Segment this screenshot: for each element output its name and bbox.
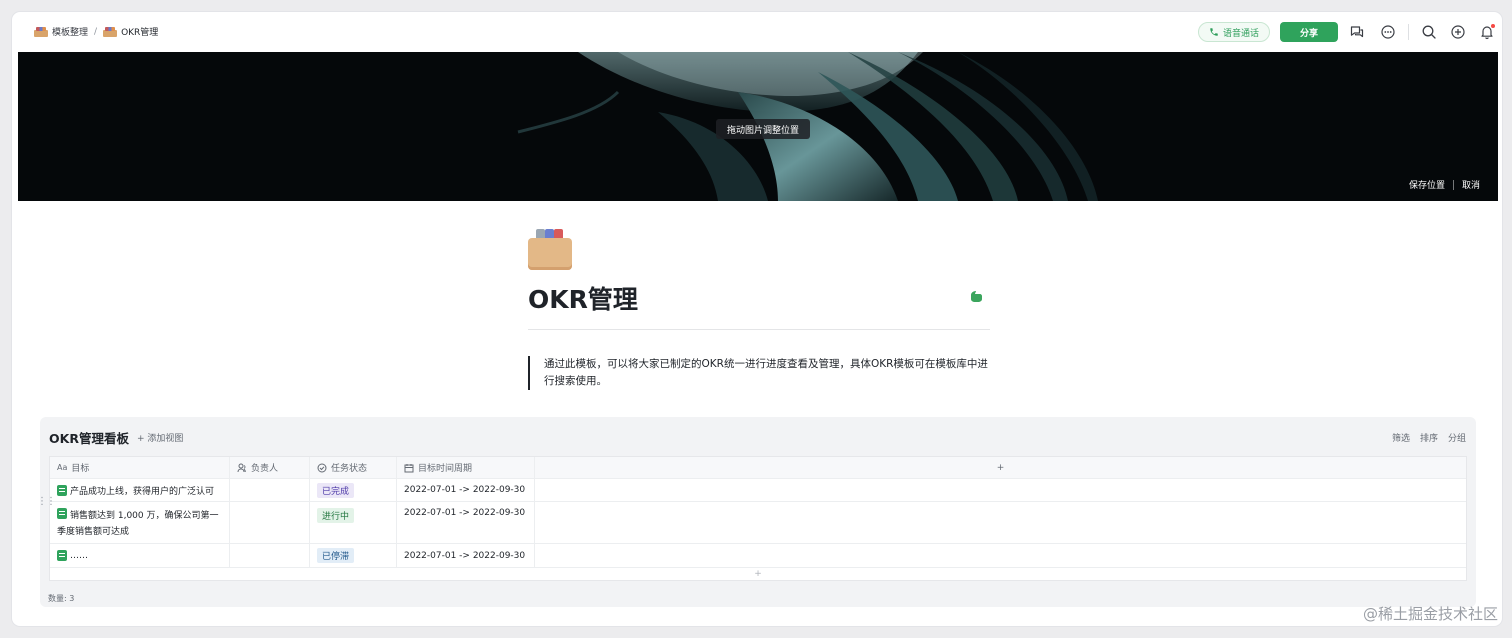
- status-tag: 已停滞: [317, 548, 355, 563]
- add-column-button[interactable]: +: [535, 457, 1466, 478]
- table-row[interactable]: …… 已停滞 2022-07-01 -> 2022-09-30: [50, 544, 1466, 568]
- title-divider: [528, 329, 990, 330]
- phone-icon: [1210, 28, 1218, 36]
- doc-icon: [57, 550, 67, 561]
- goal-cell[interactable]: 销售额达到 1,000 万，确保公司第一季度销售额可达成: [50, 502, 230, 543]
- owner-cell[interactable]: [230, 502, 310, 543]
- group-button[interactable]: 分组: [1448, 431, 1466, 444]
- sort-button[interactable]: 排序: [1420, 431, 1438, 444]
- doc-icon: [57, 484, 67, 496]
- okr-table: Aa 目标 负责人 任务状态 目标时间周期 + 产品成功上线，获得用户的广泛认可…: [49, 456, 1467, 581]
- board-toolbar: 筛选 排序 分组: [1392, 431, 1466, 444]
- share-button[interactable]: 分享: [1280, 22, 1338, 42]
- folder-box-icon: [103, 26, 118, 37]
- cancel-button[interactable]: 取消: [1462, 178, 1480, 191]
- breadcrumb-current-label: OKR管理: [121, 28, 159, 38]
- row-drag-handle-icon[interactable]: ⋮⋮: [37, 496, 56, 507]
- notifications-bell-icon[interactable]: [1479, 24, 1495, 40]
- status-cell[interactable]: 进行中: [310, 502, 397, 543]
- column-header-goal[interactable]: Aa 目标: [50, 457, 230, 478]
- filter-button[interactable]: 筛选: [1392, 431, 1410, 444]
- column-header-label: 任务状态: [331, 464, 368, 474]
- status-cell[interactable]: 已停滞: [310, 544, 397, 567]
- column-header-label: 目标: [71, 464, 90, 474]
- table-row[interactable]: 产品成功上线，获得用户的广泛认可 已完成 2022-07-01 -> 2022-…: [50, 479, 1466, 502]
- period-cell[interactable]: 2022-07-01 -> 2022-09-30: [397, 479, 535, 501]
- empty-cell: [535, 479, 1466, 501]
- text-type-icon: Aa: [57, 463, 68, 472]
- goal-text: 销售额达到 1,000 万，确保公司第一季度销售额可达成: [57, 511, 219, 537]
- intro-quote[interactable]: 通过此模板，可以将大家已制定的OKR统一进行进度查看及管理，具体OKR模板可在模…: [528, 356, 998, 390]
- owner-cell[interactable]: [230, 544, 310, 567]
- column-header-label: 负责人: [251, 464, 279, 474]
- column-header-owner[interactable]: 负责人: [230, 457, 310, 478]
- status-cell[interactable]: 已完成: [310, 479, 397, 501]
- notification-dot: [1491, 24, 1495, 28]
- folder-box-icon: [34, 26, 48, 37]
- record-count: 数量: 3: [48, 594, 75, 603]
- status-check-icon: [317, 463, 327, 472]
- column-header-label: 目标时间周期: [418, 464, 473, 474]
- breadcrumb: 模板整理 / OKR管理: [34, 25, 158, 38]
- add-row-button[interactable]: +: [50, 568, 1466, 580]
- page-emoji-icon[interactable]: [528, 228, 572, 270]
- goal-text-wrap: 销售额达到 1,000 万，确保公司第一季度销售额可达成: [57, 508, 222, 540]
- top-bar: 模板整理 / OKR管理 语音通话 分享: [12, 12, 1502, 52]
- add-view-button[interactable]: + 添加视图: [137, 431, 183, 444]
- goal-cell[interactable]: 产品成功上线，获得用户的广泛认可: [50, 479, 230, 501]
- okr-board: OKR管理看板 + 添加视图 筛选 排序 分组 Aa 目标 负责人 任务状态 目…: [40, 417, 1476, 607]
- drag-to-reposition-tooltip: 拖动图片调整位置: [716, 119, 810, 139]
- goal-cell[interactable]: ……: [50, 544, 230, 567]
- breadcrumb-item-parent[interactable]: 模板整理: [34, 25, 88, 38]
- doc-icon: [57, 508, 67, 519]
- watermark: @稀土掘金技术社区: [1362, 605, 1498, 623]
- person-icon: [237, 463, 246, 472]
- period-cell[interactable]: 2022-07-01 -> 2022-09-30: [397, 544, 535, 567]
- page-title[interactable]: OKR管理: [528, 280, 638, 316]
- period-cell[interactable]: 2022-07-01 -> 2022-09-30: [397, 502, 535, 543]
- owner-cell[interactable]: [230, 479, 310, 501]
- cover-actions: 保存位置 取消: [1409, 178, 1480, 191]
- goal-text: 产品成功上线，获得用户的广泛认可: [70, 486, 215, 497]
- goal-text: ……: [70, 550, 88, 561]
- save-position-button[interactable]: 保存位置: [1409, 178, 1445, 191]
- empty-cell: [535, 544, 1466, 567]
- breadcrumb-parent-label: 模板整理: [52, 28, 89, 38]
- card-box: [528, 238, 572, 270]
- empty-cell: [535, 502, 1466, 543]
- voice-call-button[interactable]: 语音通话: [1198, 22, 1270, 42]
- status-tag: 进行中: [317, 508, 355, 523]
- search-icon[interactable]: [1421, 24, 1437, 40]
- breadcrumb-separator: /: [94, 26, 98, 37]
- toolbar-divider: [1408, 24, 1409, 40]
- more-options-icon[interactable]: [1380, 24, 1396, 40]
- comments-icon[interactable]: [1349, 24, 1365, 40]
- column-header-period[interactable]: 目标时间周期: [397, 457, 535, 478]
- cover-image[interactable]: 拖动图片调整位置 保存位置 取消: [18, 52, 1498, 201]
- column-header-status[interactable]: 任务状态: [310, 457, 397, 478]
- create-new-icon[interactable]: [1450, 24, 1466, 40]
- board-title[interactable]: OKR管理看板: [49, 428, 129, 447]
- table-row[interactable]: 销售额达到 1,000 万，确保公司第一季度销售额可达成 进行中 2022-07…: [50, 502, 1466, 544]
- app-window: 模板整理 / OKR管理 语音通话 分享 拖动图片调整位置 保存位置 取消 OK…: [12, 12, 1502, 626]
- cover-actions-divider: [1452, 179, 1454, 190]
- status-tag: 已完成: [317, 482, 355, 498]
- feishu-logo-icon[interactable]: [968, 288, 984, 304]
- breadcrumb-item-current[interactable]: OKR管理: [103, 25, 158, 38]
- table-header-row: Aa 目标 负责人 任务状态 目标时间周期 +: [50, 457, 1466, 479]
- calendar-icon: [404, 463, 414, 472]
- voice-call-label: 语音通话: [1222, 28, 1259, 39]
